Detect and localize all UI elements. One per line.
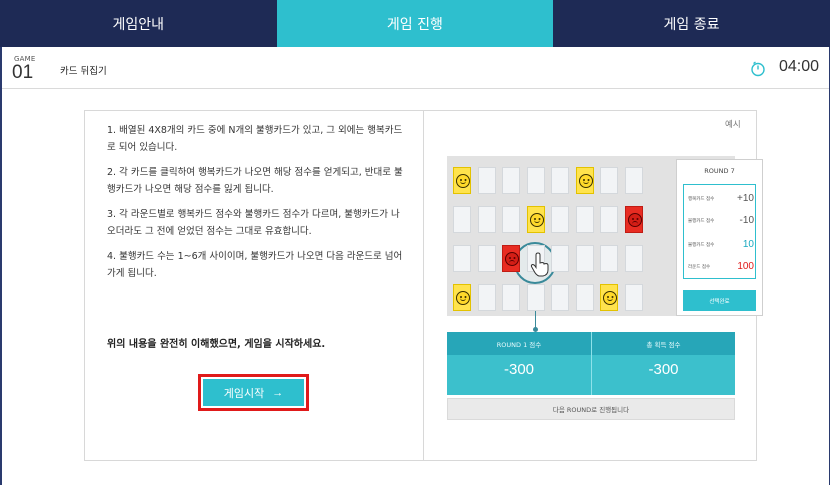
score-label: 행복카드 점수 [688, 196, 715, 202]
step-tabs: 게임안내 게임 진행 게임 종료 [0, 0, 830, 47]
face-down-card [624, 245, 643, 272]
face-down-card [600, 206, 618, 233]
game-title: 카드 뒤집기 [60, 66, 107, 77]
round-info-panel: ROUND 7 행복카드 점수 +10 불행카드 점수 -10 불행카드 점수 … [676, 159, 763, 316]
score-result-bar: ROUND 1 점수 총 획득 점수 -300 -300 [447, 332, 735, 395]
happy-card [526, 206, 545, 233]
face-down-card [502, 284, 520, 311]
instruction-item: 4. 불행카드 수는 1~6개 사이이며, 불행카드가 나오면 다음 라운드로 … [107, 251, 403, 279]
round-score-value: -300 [503, 361, 535, 378]
arrow-right-icon: → [272, 386, 284, 399]
face-down-card [551, 284, 569, 311]
round-score-label: ROUND 1 점수 [447, 332, 591, 355]
score-box: 행복카드 점수 +10 불행카드 점수 -10 불행카드 점수 10 라운드 점… [683, 184, 756, 279]
face-down-card [624, 167, 643, 194]
instruction-item: 2. 각 카드를 클릭하여 행복카드가 나오면 해당 점수를 얻게되고, 반대로… [107, 167, 403, 195]
face-down-card [477, 284, 496, 311]
tab-game-end[interactable]: 게임 종료 [553, 0, 830, 47]
score-value: +10 [737, 193, 754, 204]
score-row: 행복카드 점수 +10 [688, 193, 754, 204]
score-row: 라운드 점수 100 [688, 261, 754, 272]
example-label: 예시 [725, 120, 741, 130]
timer-display: 04:00 [779, 58, 820, 75]
total-score-value: -300 [648, 361, 679, 378]
smile-face-icon [529, 213, 544, 227]
tab-game-guide[interactable]: 게임안내 [0, 0, 277, 47]
example-game-board: ROUND 7 행복카드 점수 +10 불행카드 점수 -10 불행카드 점수 … [447, 156, 763, 332]
face-down-card [575, 206, 594, 233]
smile-face-icon [578, 174, 593, 188]
timer-icon [751, 61, 765, 77]
instructions-list: 1. 배열된 4X8개의 카드 중에 N개의 불행카드가 있고, 그 외에는 행… [107, 123, 407, 291]
face-down-card [575, 284, 594, 311]
game-number: 01 [12, 62, 34, 83]
face-down-card [526, 284, 545, 311]
face-down-card [551, 167, 569, 194]
face-down-card [453, 245, 471, 272]
panel-divider [423, 111, 424, 460]
score-label: 불행카드 점수 [688, 218, 715, 224]
sad-face-icon [505, 252, 519, 266]
happy-card [575, 167, 594, 194]
tab-game-progress[interactable]: 게임 진행 [276, 0, 554, 47]
content-panel: 1. 배열된 4X8개의 카드 중에 N개의 불행카드가 있고, 그 외에는 행… [84, 110, 763, 461]
total-score-label: 총 획득 점수 [592, 332, 735, 355]
start-game-button[interactable]: 게임시작 → [203, 379, 304, 406]
sad-face-icon [627, 213, 642, 227]
score-row: 불행카드 점수 10 [688, 239, 754, 250]
round-title: ROUND 7 [704, 167, 735, 175]
instruction-item: 1. 배열된 4X8개의 카드 중에 N개의 불행카드가 있고, 그 외에는 행… [107, 125, 403, 153]
face-down-card [526, 167, 545, 194]
smile-face-icon [456, 174, 470, 188]
instruction-item: 3. 각 라운드별로 행복카드 점수와 불행카드 점수가 다르며, 불행카드가 … [107, 209, 400, 237]
smile-face-icon [456, 291, 470, 305]
score-value: -10 [739, 215, 754, 226]
face-down-card [551, 206, 569, 233]
face-down-card [502, 167, 520, 194]
score-label: 불행카드 점수 [688, 242, 715, 248]
face-down-card [453, 206, 471, 233]
happy-card [453, 167, 471, 194]
face-down-card [575, 245, 594, 272]
face-down-card [477, 167, 496, 194]
face-down-card [502, 206, 520, 233]
next-round-notice: 다음 ROUND로 진행됩니다 [447, 398, 735, 420]
score-row: 불행카드 점수 -10 [688, 215, 754, 226]
confirm-text: 위의 내용을 완전히 이해했으면, 게임을 시작하세요. [107, 339, 326, 350]
face-down-card [624, 284, 643, 311]
hand-cursor-icon [530, 252, 549, 277]
happy-card [453, 284, 471, 311]
score-label: 라운드 점수 [688, 264, 711, 270]
unhappy-card [502, 245, 520, 272]
face-down-card [477, 206, 496, 233]
score-value: 10 [742, 239, 754, 250]
select-complete-button[interactable]: 선택완료 [683, 290, 756, 311]
face-down-card [600, 167, 618, 194]
face-down-card [477, 245, 496, 272]
face-down-card [551, 245, 569, 272]
score-value: 100 [737, 261, 754, 272]
happy-card [600, 284, 618, 311]
face-down-card [600, 245, 618, 272]
game-header: GAME 01 카드 뒤집기 04:00 [2, 47, 829, 89]
start-button-label: 게임시작 [223, 387, 265, 400]
unhappy-card [624, 206, 643, 233]
smile-face-icon [603, 291, 617, 305]
